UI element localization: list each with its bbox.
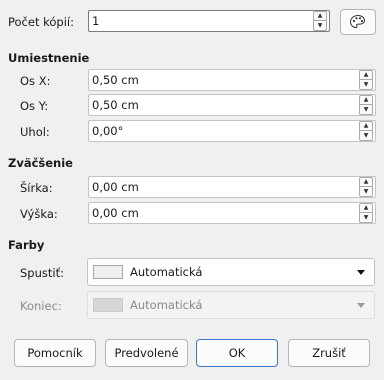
copies-value: 1 [92, 14, 100, 28]
copies-label: Počet kópií: [8, 15, 74, 29]
x-axis-input[interactable]: 0,50 cm [88, 69, 376, 91]
width-increment-button[interactable]: ▲ [359, 177, 373, 187]
x-axis-label: Os X: [20, 74, 51, 88]
palette-icon [349, 14, 366, 29]
start-color-value: Automatická [130, 265, 203, 279]
help-button[interactable]: Pomocník [14, 339, 96, 367]
end-color-dropdown: Automatická [87, 291, 375, 319]
y-axis-input[interactable]: 0,50 cm [88, 94, 376, 116]
y-axis-label: Os Y: [20, 99, 49, 113]
copies-spinner[interactable]: ▲ ▼ [313, 11, 327, 31]
colors-heading: Farby [8, 238, 45, 252]
cancel-button[interactable]: Zrušiť [288, 339, 370, 367]
height-decrement-button[interactable]: ▼ [359, 213, 373, 223]
y-axis-increment-button[interactable]: ▲ [359, 95, 373, 105]
start-color-label: Spustiť: [20, 266, 64, 280]
start-color-dropdown[interactable]: Automatická [87, 258, 375, 286]
copies-decrement-button[interactable]: ▼ [313, 21, 327, 31]
width-input[interactable]: 0,00 cm [88, 176, 376, 198]
width-value: 0,00 cm [92, 180, 139, 194]
y-axis-decrement-button[interactable]: ▼ [359, 105, 373, 115]
y-axis-spinner[interactable]: ▲ ▼ [359, 95, 373, 115]
x-axis-value: 0,50 cm [92, 73, 139, 87]
angle-value: 0,00° [92, 124, 124, 138]
height-input[interactable]: 0,00 cm [88, 202, 376, 224]
copies-input[interactable]: 1 [88, 10, 330, 32]
angle-increment-button[interactable]: ▲ [359, 121, 373, 131]
end-color-label: Koniec: [20, 299, 62, 313]
height-value: 0,00 cm [92, 206, 139, 220]
color-picker-button[interactable] [340, 9, 376, 35]
end-color-value: Automatická [130, 298, 203, 312]
placement-heading: Umiestnenie [8, 51, 90, 65]
width-label: Šírka: [20, 181, 53, 195]
defaults-button[interactable]: Predvolené [105, 339, 188, 367]
height-increment-button[interactable]: ▲ [359, 203, 373, 213]
y-axis-value: 0,50 cm [92, 98, 139, 112]
copies-increment-button[interactable]: ▲ [313, 11, 327, 21]
angle-decrement-button[interactable]: ▼ [359, 131, 373, 141]
x-axis-spinner[interactable]: ▲ ▼ [359, 70, 373, 90]
width-decrement-button[interactable]: ▼ [359, 187, 373, 197]
enlargement-heading: Zväčšenie [8, 156, 73, 170]
height-label: Výška: [20, 207, 58, 221]
end-color-swatch [93, 298, 123, 312]
angle-label: Uhol: [20, 125, 50, 139]
angle-input[interactable]: 0,00° [88, 120, 376, 142]
ok-button[interactable]: OK [196, 339, 278, 367]
chevron-down-icon [357, 303, 365, 308]
width-spinner[interactable]: ▲ ▼ [359, 177, 373, 197]
start-color-swatch [93, 265, 123, 279]
chevron-down-icon [357, 270, 365, 275]
x-axis-increment-button[interactable]: ▲ [359, 70, 373, 80]
angle-spinner[interactable]: ▲ ▼ [359, 121, 373, 141]
x-axis-decrement-button[interactable]: ▼ [359, 80, 373, 90]
height-spinner[interactable]: ▲ ▼ [359, 203, 373, 223]
